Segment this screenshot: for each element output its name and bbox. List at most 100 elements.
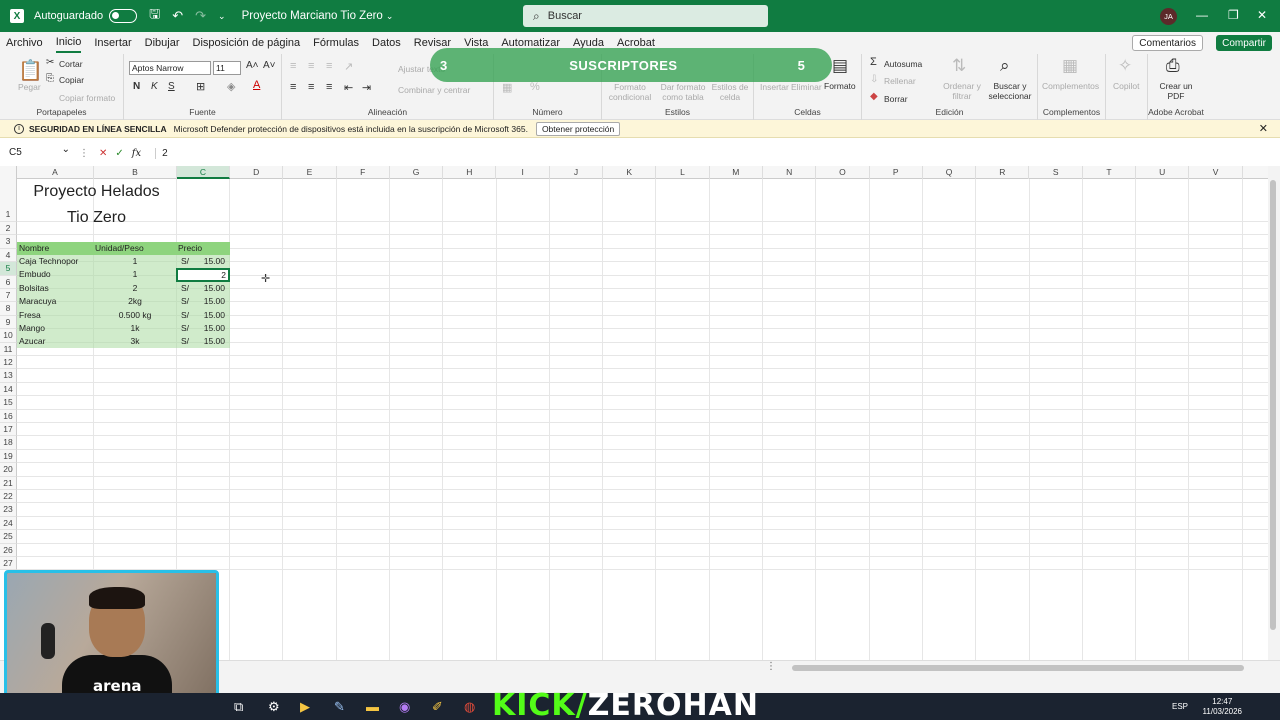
underline-button[interactable]: S	[168, 81, 175, 92]
sort-filter-icon[interactable]: ⇅	[952, 56, 966, 76]
tab-inicio[interactable]: Inicio	[55, 33, 82, 53]
copilot-label[interactable]: Copilot	[1113, 81, 1139, 91]
column-header-a[interactable]: A	[17, 166, 94, 179]
share-button[interactable]: Compartir	[1216, 35, 1272, 51]
tab-datos[interactable]: Datos	[372, 34, 401, 52]
autosum-icon[interactable]: Σ	[870, 56, 877, 68]
column-header-p[interactable]: P	[870, 166, 923, 179]
tab-archivo[interactable]: Archivo	[6, 34, 43, 52]
column-header-t[interactable]: T	[1083, 166, 1137, 179]
row-header-9[interactable]: 9	[0, 315, 17, 330]
format-cells-icon[interactable]: ▤	[832, 56, 848, 76]
percent-icon[interactable]: %	[530, 81, 540, 93]
column-header-q[interactable]: Q	[923, 166, 977, 179]
item-name[interactable]: Bolsitas	[19, 282, 49, 295]
row-header-15[interactable]: 15	[0, 396, 17, 410]
settings-icon[interactable]: ⚙	[268, 699, 280, 715]
item-name[interactable]: Azucar	[19, 335, 45, 348]
item-unit[interactable]: 2kg	[94, 295, 176, 308]
align-middle-icon[interactable]: ≡	[308, 60, 314, 72]
column-header-h[interactable]: H	[443, 166, 497, 179]
delete-cells-label[interactable]: Eliminar	[791, 82, 822, 92]
header-unidad[interactable]: Unidad/Peso	[95, 242, 144, 255]
item-unit[interactable]: 1k	[94, 322, 176, 335]
avatar[interactable]: JA	[1160, 8, 1177, 25]
column-header-f[interactable]: F	[337, 166, 390, 179]
chrome-icon[interactable]: ◍	[464, 699, 475, 715]
item-price[interactable]: 15.00	[176, 322, 225, 335]
row-header-19[interactable]: 19	[0, 449, 17, 464]
item-price[interactable]: 15.00	[176, 295, 225, 308]
align-center-icon[interactable]: ≡	[308, 81, 314, 93]
addins-icon[interactable]: ▦	[1062, 56, 1078, 76]
italic-button[interactable]: K	[151, 81, 158, 92]
column-header-j[interactable]: J	[550, 166, 604, 179]
search-box[interactable]: ⌕ Buscar	[523, 5, 768, 27]
increase-indent-icon[interactable]: ⇥	[362, 81, 371, 94]
document-title[interactable]: Proyecto Marciano Tio Zero	[242, 10, 383, 22]
item-unit[interactable]: 1	[94, 268, 176, 281]
copy-label[interactable]: Copiar	[59, 75, 84, 85]
merge-center-label[interactable]: Combinar y centrar	[398, 85, 470, 95]
addins-button-label[interactable]: Complementos	[1042, 81, 1099, 91]
row-header-16[interactable]: 16	[0, 409, 17, 423]
row-header-2[interactable]: 2	[0, 222, 17, 236]
column-header-k[interactable]: K	[603, 166, 657, 179]
clear-label[interactable]: Borrar	[884, 94, 908, 104]
tab-insertar[interactable]: Insertar	[94, 34, 131, 52]
clear-icon[interactable]: ◆	[870, 91, 878, 102]
restore-icon[interactable]: ❐	[1228, 8, 1239, 22]
item-price[interactable]: 15.00	[176, 335, 225, 348]
item-name[interactable]: Embudo	[19, 268, 51, 281]
fill-label[interactable]: Rellenar	[884, 76, 916, 86]
autosave-toggle[interactable]	[109, 9, 138, 23]
task-view-icon[interactable]: ⧉	[234, 699, 243, 715]
header-precio[interactable]: Precio	[178, 242, 202, 255]
cell-styles-label[interactable]: Estilos de celda	[710, 82, 750, 102]
close-icon[interactable]: ✕	[1259, 122, 1268, 135]
item-price[interactable]: 15.00	[176, 255, 225, 268]
undo-icon[interactable]: ↶	[172, 8, 183, 24]
row-header-1[interactable]: 1	[0, 179, 17, 222]
item-price[interactable]: 15.00	[176, 282, 225, 295]
tab-formulas[interactable]: Fórmulas	[313, 34, 359, 52]
column-header-d[interactable]: D	[230, 166, 284, 179]
autosum-label[interactable]: Autosuma	[884, 59, 922, 69]
column-header-b[interactable]: B	[94, 166, 177, 179]
more-icon[interactable]: ⋮	[79, 148, 89, 159]
vertical-scrollbar[interactable]	[1268, 166, 1280, 660]
copy-icon[interactable]: ⎘	[46, 73, 54, 84]
find-select-icon[interactable]: ⌕	[1000, 56, 1010, 76]
row-header-20[interactable]: 20	[0, 463, 17, 477]
column-header-m[interactable]: M	[710, 166, 763, 179]
copilot-icon[interactable]: ✧	[1118, 56, 1132, 76]
column-header-s[interactable]: S	[1030, 166, 1083, 179]
cut-icon[interactable]: ✂	[46, 57, 54, 68]
row-header-17[interactable]: 17	[0, 423, 17, 437]
paste-icon[interactable]: 📋	[18, 58, 43, 83]
format-cells-label[interactable]: Formato	[824, 81, 856, 91]
row-header-10[interactable]: 10	[0, 329, 17, 343]
column-header-i[interactable]: I	[497, 166, 550, 179]
column-header-v[interactable]: V	[1189, 166, 1243, 179]
insert-cells-label[interactable]: Insertar	[760, 82, 789, 92]
increase-font-icon[interactable]: A˄	[246, 60, 259, 71]
format-painter-label[interactable]: Copiar formato	[59, 93, 115, 103]
column-header-c[interactable]: C	[177, 166, 230, 179]
comments-button[interactable]: Comentarios	[1132, 35, 1203, 51]
item-price[interactable]: 15.00	[176, 309, 225, 322]
redo-icon[interactable]: ↷	[195, 8, 206, 24]
row-header-11[interactable]: 11	[0, 342, 17, 356]
doc-title-chevron-icon[interactable]: ⌄	[386, 11, 394, 22]
find-select-label[interactable]: Buscar y seleccionar	[984, 81, 1036, 101]
folder-icon[interactable]: ▬	[366, 699, 379, 714]
align-bottom-icon[interactable]: ≡	[326, 60, 332, 72]
row-header-7[interactable]: 7	[0, 289, 17, 303]
fill-color-icon[interactable]: ◈	[227, 80, 235, 93]
column-header-u[interactable]: U	[1136, 166, 1190, 179]
name-box[interactable]: C5	[6, 142, 71, 161]
borders-icon[interactable]: ⊞	[196, 80, 205, 93]
column-header-l[interactable]: L	[656, 166, 710, 179]
row-header-6[interactable]: 6	[0, 275, 17, 289]
column-header-o[interactable]: O	[816, 166, 870, 179]
